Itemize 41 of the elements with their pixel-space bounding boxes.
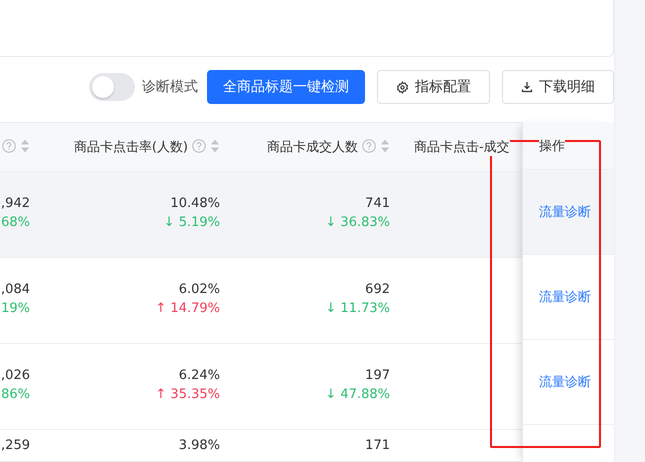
detect-button[interactable]: 全商品标题一键检测 — [207, 70, 365, 104]
toggle-switch[interactable] — [89, 73, 135, 101]
change-value: 19% — [1, 300, 30, 318]
change-value: ↓ 11.73% — [325, 300, 390, 318]
sort-icon[interactable] — [380, 138, 390, 154]
help-icon[interactable] — [362, 139, 376, 153]
diagnose-link[interactable]: 流量诊断 — [539, 373, 591, 391]
settings-icon — [396, 80, 409, 94]
column-header: 商品卡点击-成交 — [414, 138, 510, 156]
cell-value: ,942 — [1, 195, 30, 213]
change-value: 86% — [1, 386, 30, 404]
switch-label: 诊断模式 — [142, 78, 198, 96]
diagnose-link[interactable]: 流量诊断 — [539, 203, 591, 221]
cell-value: 171 — [365, 437, 390, 455]
change-value: 68% — [1, 214, 30, 232]
help-icon[interactable] — [2, 139, 16, 153]
column-header: 商品卡成交人数 — [267, 138, 358, 156]
diagnose-link[interactable]: 流量诊断 — [539, 288, 591, 306]
change-value: ↑ 35.35% — [155, 386, 220, 404]
help-icon[interactable] — [192, 139, 206, 153]
sort-icon[interactable] — [210, 138, 220, 154]
cell-value: 10.48% — [170, 195, 220, 213]
cell-value: 6.02% — [178, 281, 220, 299]
settings-button[interactable]: 指标配置 — [377, 70, 490, 104]
column-header: 操作 — [539, 137, 565, 155]
cell-value: ,026 — [1, 367, 30, 385]
sort-icon[interactable] — [20, 138, 30, 154]
change-value: ↓ 47.88% — [325, 386, 390, 404]
cell-value: 6.24% — [178, 367, 220, 385]
cell-value: 741 — [365, 195, 390, 213]
cell-value: ,084 — [1, 281, 30, 299]
download-icon — [521, 81, 533, 93]
change-value: ↑ 14.79% — [155, 300, 220, 318]
change-value: ↓ 36.83% — [325, 214, 390, 232]
change-value: ↓ 5.19% — [164, 214, 220, 232]
cell-value: ,259 — [1, 437, 30, 455]
cell-value: 692 — [365, 281, 390, 299]
download-button[interactable]: 下载明细 — [502, 70, 614, 104]
cell-value: 197 — [365, 367, 390, 385]
cell-value: 3.98% — [178, 437, 220, 455]
column-header: 商品卡点击率(人数) — [74, 138, 188, 156]
